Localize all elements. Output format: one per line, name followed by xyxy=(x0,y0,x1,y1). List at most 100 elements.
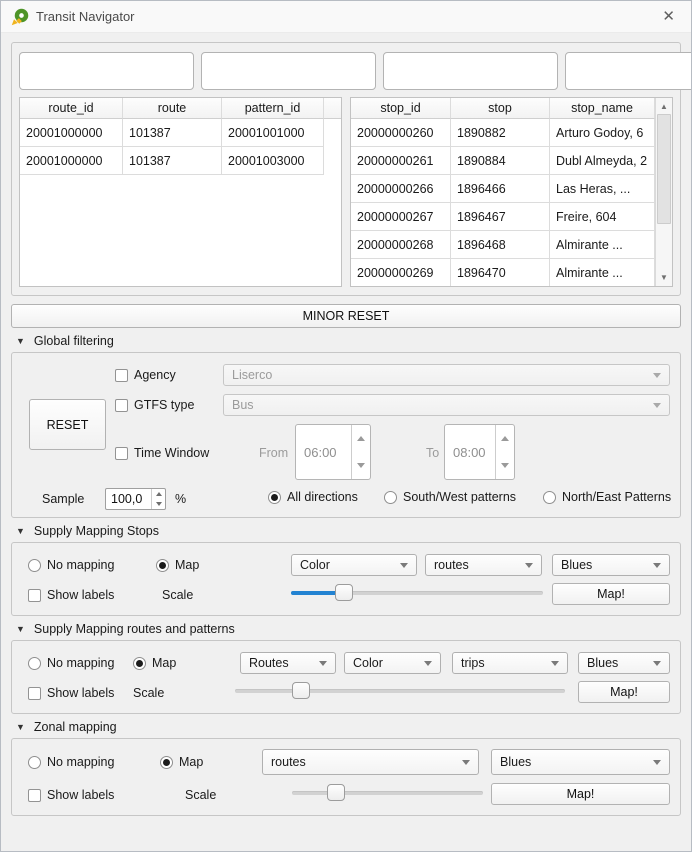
scroll-up-icon[interactable]: ▲ xyxy=(656,99,672,114)
scale-label: Scale xyxy=(133,686,164,700)
section-title: Global filtering xyxy=(34,334,114,348)
section-header-zonal[interactable]: ▼ Zonal mapping xyxy=(11,714,681,738)
time-from-spinbox[interactable]: 06:00 xyxy=(295,424,371,480)
collapse-arrow-icon[interactable]: ▼ xyxy=(16,722,25,732)
section-header-global-filtering[interactable]: ▼ Global filtering xyxy=(11,328,681,352)
map-radio[interactable]: Map xyxy=(156,558,199,572)
palette-combo[interactable]: Blues xyxy=(552,554,670,576)
agency-combo[interactable]: Liserco xyxy=(223,364,670,386)
table-row[interactable]: 20000000261 1890884 Dubl Almeyda, 2 xyxy=(351,147,672,175)
from-label: From xyxy=(259,446,288,460)
scrollbar-thumb[interactable] xyxy=(657,114,671,224)
no-mapping-radio[interactable]: No mapping xyxy=(28,558,114,572)
section-header-supply-routes[interactable]: ▼ Supply Mapping routes and patterns xyxy=(11,616,681,640)
style-combo[interactable]: Color xyxy=(291,554,417,576)
table-row[interactable]: 20001000000 101387 20001003000 xyxy=(20,147,341,175)
titlebar: Transit Navigator ✕ xyxy=(1,1,691,33)
section-title: Supply Mapping routes and patterns xyxy=(34,622,235,636)
map-radio[interactable]: Map xyxy=(133,656,176,670)
style-combo[interactable]: Color xyxy=(344,652,441,674)
show-labels-checkbox[interactable]: Show labels xyxy=(28,588,114,602)
table-row[interactable]: 20000000268 1896468 Almirante ... xyxy=(351,231,672,259)
supply-routes-group: No mapping Map Routes Color trips Blues xyxy=(11,640,681,714)
palette-combo[interactable]: Blues xyxy=(491,749,670,775)
column-header[interactable]: route xyxy=(123,98,222,119)
table-row[interactable]: 20000000260 1890882 Arturo Godoy, 6 xyxy=(351,119,672,147)
spin-up-icon[interactable] xyxy=(152,489,165,499)
value-combo[interactable]: routes xyxy=(262,749,479,775)
column-header[interactable]: stop_id xyxy=(351,98,451,119)
no-mapping-radio[interactable]: No mapping xyxy=(28,755,114,769)
chevron-down-icon xyxy=(400,563,408,568)
map-button[interactable]: Map! xyxy=(578,681,670,703)
spin-down-icon[interactable] xyxy=(152,499,165,509)
to-label: To xyxy=(426,446,439,460)
pattern-id-filter-input[interactable] xyxy=(383,52,558,90)
map-radio[interactable]: Map xyxy=(160,755,203,769)
palette-combo[interactable]: Blues xyxy=(578,652,670,674)
all-directions-radio[interactable]: All directions xyxy=(268,490,358,504)
slider-handle[interactable] xyxy=(292,682,310,699)
routes-table-header: route_id route pattern_id xyxy=(20,98,341,119)
time-to-spinbox[interactable]: 08:00 xyxy=(444,424,515,480)
scale-slider[interactable] xyxy=(291,583,543,603)
scale-slider[interactable] xyxy=(292,783,483,803)
spin-down-icon[interactable] xyxy=(496,452,514,479)
slider-handle[interactable] xyxy=(335,584,353,601)
scale-label: Scale xyxy=(162,588,193,602)
column-header[interactable]: route_id xyxy=(20,98,123,119)
section-title: Zonal mapping xyxy=(34,720,117,734)
collapse-arrow-icon[interactable]: ▼ xyxy=(16,336,25,346)
chevron-down-icon xyxy=(462,760,470,765)
close-icon[interactable]: ✕ xyxy=(656,6,681,27)
scroll-down-icon[interactable]: ▼ xyxy=(656,270,672,285)
column-header[interactable]: pattern_id xyxy=(222,98,324,119)
south-west-patterns-radio[interactable]: South/West patterns xyxy=(384,490,516,504)
spin-down-icon[interactable] xyxy=(352,452,370,479)
route-filter-input[interactable] xyxy=(201,52,376,90)
table-row[interactable]: 20000000269 1896470 Almirante ... xyxy=(351,259,672,287)
transit-navigator-window: Transit Navigator ✕ route_id route pat xyxy=(0,0,692,852)
minor-reset-button[interactable]: MINOR RESET xyxy=(11,304,681,328)
chevron-down-icon xyxy=(424,661,432,666)
spin-up-icon[interactable] xyxy=(496,425,514,452)
value-combo[interactable]: trips xyxy=(452,652,568,674)
no-mapping-radio[interactable]: No mapping xyxy=(28,656,114,670)
column-header[interactable]: stop_name xyxy=(550,98,655,119)
chevron-down-icon xyxy=(653,563,661,568)
value-combo[interactable]: routes xyxy=(425,554,542,576)
table-row[interactable]: 20000000267 1896467 Freire, 604 xyxy=(351,203,672,231)
chevron-down-icon xyxy=(551,661,559,666)
agency-checkbox[interactable]: Agency xyxy=(115,368,176,382)
map-button[interactable]: Map! xyxy=(491,783,670,805)
show-labels-checkbox[interactable]: Show labels xyxy=(28,788,114,802)
show-labels-checkbox[interactable]: Show labels xyxy=(28,686,114,700)
slider-handle[interactable] xyxy=(327,784,345,801)
table-row[interactable]: 20001000000 101387 20001001000 xyxy=(20,119,341,147)
gtfs-type-combo[interactable]: Bus xyxy=(223,394,670,416)
north-east-patterns-radio[interactable]: North/East Patterns xyxy=(543,490,671,504)
global-filtering-group: RESET Agency Liserco GTFS type Bus Time … xyxy=(11,352,681,518)
stops-table-header: stop_id stop stop_name xyxy=(351,98,672,119)
spin-up-icon[interactable] xyxy=(352,425,370,452)
qgis-app-icon xyxy=(11,8,29,26)
percent-label: % xyxy=(175,492,186,506)
stop-id-filter-input[interactable] xyxy=(565,52,692,90)
collapse-arrow-icon[interactable]: ▼ xyxy=(16,624,25,634)
table-row[interactable]: 20000000266 1896466 Las Heras, ... xyxy=(351,175,672,203)
column-header[interactable]: stop xyxy=(451,98,550,119)
route-id-filter-input[interactable] xyxy=(19,52,194,90)
zonal-mapping-group: No mapping Map routes Blues Show labels … xyxy=(11,738,681,816)
gtfs-type-checkbox[interactable]: GTFS type xyxy=(115,398,194,412)
tables-group: route_id route pattern_id 20001000000 10… xyxy=(11,42,681,296)
section-header-supply-stops[interactable]: ▼ Supply Mapping Stops xyxy=(11,518,681,542)
time-window-checkbox[interactable]: Time Window xyxy=(115,446,209,460)
reset-button[interactable]: RESET xyxy=(29,399,106,450)
scale-slider[interactable] xyxy=(235,681,565,701)
header-filler xyxy=(324,98,341,119)
sample-spinbox[interactable]: 100,0 xyxy=(105,488,166,510)
collapse-arrow-icon[interactable]: ▼ xyxy=(16,526,25,536)
stops-table-scrollbar[interactable]: ▲ ▼ xyxy=(655,98,672,286)
map-button[interactable]: Map! xyxy=(552,583,670,605)
layer-combo[interactable]: Routes xyxy=(240,652,336,674)
